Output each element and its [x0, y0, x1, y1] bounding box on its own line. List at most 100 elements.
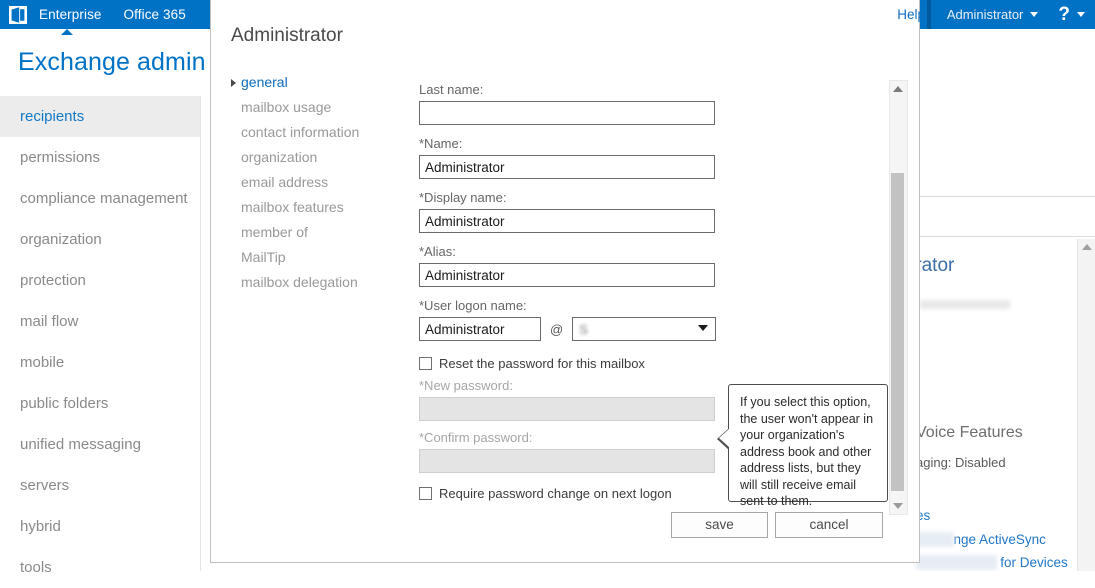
- reset-password-checkbox[interactable]: [419, 357, 432, 370]
- field-last-name: Last name:: [419, 82, 1079, 125]
- background-link-3-visible: for Devices: [996, 555, 1068, 570]
- field-name: *Name:: [419, 136, 1079, 179]
- user-menu-label[interactable]: Administrator: [947, 7, 1024, 22]
- dialog-nav-item-organization[interactable]: organization: [231, 145, 406, 170]
- field-display-name: *Display name:: [419, 190, 1079, 233]
- dialog-scrollbar[interactable]: [889, 80, 908, 515]
- dialog-nav-item-mailbox-delegation[interactable]: mailbox delegation: [231, 270, 406, 295]
- dialog-nav-item-label: general: [241, 74, 288, 90]
- background-link-2-visible: nge ActiveSync: [953, 532, 1046, 547]
- alias-input[interactable]: [419, 263, 715, 287]
- sidebar-item-tools[interactable]: tools: [0, 547, 200, 588]
- dialog-nav-item-label: member of: [241, 224, 308, 240]
- sidebar-item-permissions[interactable]: permissions: [0, 137, 200, 178]
- dialog-nav-item-label: organization: [241, 149, 318, 165]
- sidebar-item-mobile[interactable]: mobile: [0, 342, 200, 383]
- scroll-up-arrow-icon[interactable]: [893, 86, 903, 92]
- dialog-nav-item-member-of[interactable]: member of: [231, 220, 406, 245]
- dialog-nav-item-label: contact information: [241, 124, 360, 140]
- cancel-button[interactable]: cancel: [775, 512, 883, 538]
- sidebar-item-label: hybrid: [20, 518, 61, 535]
- sidebar-item-mail-flow[interactable]: mail flow: [0, 301, 200, 342]
- user-logon-name-input[interactable]: [419, 317, 541, 341]
- reset-password-label: Reset the password for this mailbox: [439, 356, 645, 371]
- display-name-input[interactable]: [419, 209, 715, 233]
- field-alias: *Alias:: [419, 244, 1079, 287]
- sidebar-item-recipients[interactable]: recipients: [0, 96, 200, 137]
- require-password-change-checkbox[interactable]: [419, 487, 432, 500]
- sidebar-item-public-folders[interactable]: public folders: [0, 383, 200, 424]
- at-symbol: @: [550, 321, 564, 337]
- hide-from-address-lists-tooltip: If you select this option, the user won'…: [728, 384, 888, 508]
- sidebar-item-unified-messaging[interactable]: unified messaging: [0, 424, 200, 465]
- require-password-change-label: Require password change on next logon: [439, 486, 672, 501]
- sidebar-item-protection[interactable]: protection: [0, 260, 200, 301]
- active-tab-notch-icon: [61, 29, 73, 35]
- help-question-icon[interactable]: ?: [1058, 5, 1070, 24]
- sidebar-item-servers[interactable]: servers: [0, 465, 200, 506]
- scrollbar-thumb[interactable]: [891, 173, 904, 491]
- display-name-label: *Display name:: [419, 190, 507, 205]
- sidebar-item-label: protection: [20, 272, 86, 289]
- save-button[interactable]: save: [671, 512, 768, 538]
- dialog-nav-item-MailTip[interactable]: MailTip: [231, 245, 406, 270]
- alias-label: *Alias:: [419, 244, 456, 259]
- sidebar-item-label: servers: [20, 477, 70, 494]
- left-navigation: recipients permissions compliance manageme…: [0, 96, 200, 576]
- background-panel-scrollbar[interactable]: [1077, 239, 1095, 571]
- confirm-password-input: [419, 449, 715, 473]
- dialog-nav-item-email-address[interactable]: email address: [231, 170, 406, 195]
- sidebar-item-hybrid[interactable]: hybrid: [0, 506, 200, 547]
- dialog-nav-item-label: mailbox delegation: [241, 274, 358, 290]
- office-waffle-icon[interactable]: [9, 5, 27, 24]
- sidebar-item-label: public folders: [20, 395, 109, 412]
- sidebar-item-label: recipients: [20, 108, 85, 125]
- dialog-nav-item-label: mailbox features: [241, 199, 344, 215]
- domain-select[interactable]: S: [572, 317, 717, 341]
- scroll-down-arrow-icon[interactable]: [893, 503, 903, 509]
- background-link-2[interactable]: Exchange ActiveSync: [916, 532, 1046, 547]
- name-input[interactable]: [419, 155, 715, 179]
- suite-bar-right: Administrator ?: [926, 0, 1095, 29]
- sidebar-item-label: permissions: [20, 149, 101, 166]
- dialog-title: Administrator: [231, 25, 343, 46]
- sidebar-item-label: mobile: [20, 354, 65, 371]
- chevron-down-icon: [698, 325, 709, 331]
- dialog-nav-item-mailbox-features[interactable]: mailbox features: [231, 195, 406, 220]
- last-name-label: Last name:: [419, 82, 484, 97]
- dialog-navigation: general mailbox usage contact information o…: [231, 70, 406, 295]
- user-logon-name-label: *User logon name:: [419, 298, 527, 313]
- chevron-down-icon[interactable]: [1077, 12, 1085, 17]
- name-label: *Name:: [419, 136, 463, 151]
- suite-link-enterprise[interactable]: Enterprise: [39, 7, 102, 22]
- sidebar-item-label: mail flow: [20, 313, 79, 330]
- scroll-up-arrow-icon[interactable]: [1082, 244, 1092, 250]
- help-link[interactable]: Help: [897, 0, 925, 29]
- sidebar-item-label: tools: [20, 559, 52, 576]
- sidebar-item-label: unified messaging: [20, 436, 141, 453]
- new-password-input: [419, 397, 715, 421]
- tooltip-text: If you select this option, the user won'…: [740, 395, 874, 508]
- nav-divider: [200, 96, 201, 571]
- sidebar-item-organization[interactable]: organization: [0, 219, 200, 260]
- dialog-nav-item-general[interactable]: general: [231, 70, 406, 95]
- dialog-nav-item-label: email address: [241, 174, 329, 190]
- dialog-nav-item-contact-information[interactable]: contact information: [231, 120, 406, 145]
- last-name-input[interactable]: [419, 101, 715, 125]
- dialog-footer: save cancel: [211, 512, 919, 552]
- field-user-logon-name: *User logon name: @ S: [419, 298, 1079, 341]
- sidebar-item-label: compliance management: [20, 190, 188, 207]
- sidebar-item-compliance-management[interactable]: compliance management: [0, 178, 200, 219]
- background-link-2-masked: Excha: [916, 532, 954, 547]
- chevron-down-icon[interactable]: [1030, 12, 1039, 17]
- dialog-nav-item-label: mailbox usage: [241, 99, 332, 115]
- suite-link-office365[interactable]: Office 365: [124, 7, 186, 22]
- background-link-3[interactable]: Disable OWA for Devices: [916, 555, 1068, 570]
- suite-bar-divider: [926, 0, 931, 29]
- tooltip-arrow-fill: [719, 428, 730, 448]
- dialog-nav-item-label: MailTip: [241, 249, 286, 265]
- sidebar-item-label: organization: [20, 231, 102, 248]
- reset-password-checkbox-row[interactable]: Reset the password for this mailbox: [419, 355, 1079, 372]
- background-link-3-masked: Disable OWA: [916, 555, 997, 570]
- dialog-nav-item-mailbox-usage[interactable]: mailbox usage: [231, 95, 406, 120]
